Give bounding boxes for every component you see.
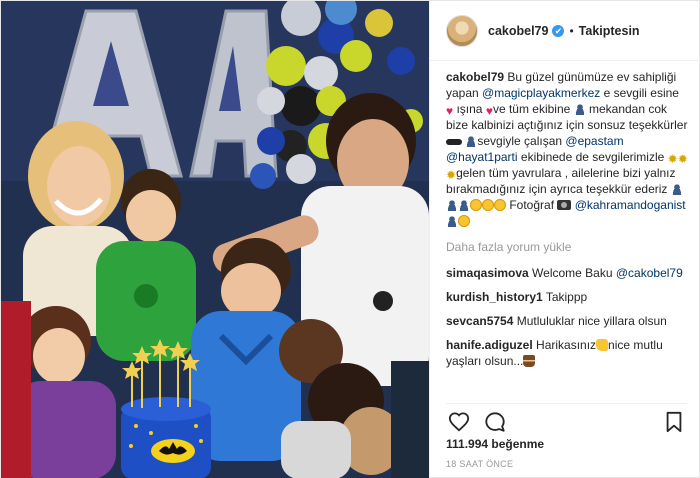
bookmark-icon[interactable] <box>661 409 687 435</box>
party-photo-illustration <box>1 1 429 478</box>
comment-username[interactable]: hanife.adiguzel <box>446 338 533 352</box>
header-username[interactable]: cakobel79 <box>488 24 548 38</box>
action-bar <box>446 403 687 432</box>
person-emoji-icon <box>670 183 683 195</box>
smile-emoji-icon <box>482 199 494 211</box>
person-emoji-icon <box>465 135 478 147</box>
post-side-panel: cakobel79 ✔ • Takiptesin cakobel79 Bu gü… <box>429 1 700 478</box>
caption-text: ışına <box>453 102 486 116</box>
mention-link[interactable]: @magicplayakmerkez <box>482 86 600 100</box>
heart-emoji-icon: ♥ <box>485 104 493 118</box>
load-more-comments-link[interactable]: Daha fazla yorum yükle <box>446 239 689 255</box>
caption-text: e sevgili esine <box>600 86 679 100</box>
sparkle-emoji-icon: ✹ <box>446 168 457 182</box>
post-caption: cakobel79 Bu güzel günümüze ev sahipliği… <box>446 69 689 229</box>
sunglasses-emoji-icon <box>446 135 462 147</box>
instagram-post: cakobel79 ✔ • Takiptesin cakobel79 Bu gü… <box>0 0 700 478</box>
thumbs-up-emoji-icon <box>596 339 609 351</box>
comment-text: Welcome Baku <box>528 266 616 280</box>
comment-item: sevcan5754 Mutluluklar nice yillara olsu… <box>446 313 689 329</box>
mention-link[interactable]: @hayat1parti <box>446 150 518 164</box>
caption-text: ve tüm ekibine <box>492 102 571 116</box>
mention-link[interactable]: @epastam <box>565 134 623 148</box>
camera-emoji-icon <box>557 200 572 210</box>
smile-emoji-icon <box>494 199 506 211</box>
comment-text: Mutluluklar nice yillara olsun <box>513 314 667 328</box>
comment-item: kurdish_history1 Takippp <box>446 289 689 305</box>
post-header: cakobel79 ✔ • Takiptesin <box>430 1 700 61</box>
comment-item: simaqasimova Welcome Baku @cakobel79 <box>446 265 689 281</box>
person-emoji-icon <box>446 199 458 211</box>
sparkle-emoji-icon: ✹ <box>667 152 678 166</box>
caption-text: sevgiyle çalışan <box>477 134 566 148</box>
avatar[interactable] <box>446 14 478 47</box>
comment-icon[interactable] <box>482 409 508 435</box>
mention-link[interactable]: @kahramandoganist <box>575 198 686 212</box>
person-emoji-icon <box>446 215 458 227</box>
caption-text: gelen tüm yavrulara , ailelerine bizi ya… <box>446 166 676 196</box>
mention-link[interactable]: @cakobel79 <box>616 266 683 280</box>
post-photo[interactable] <box>1 1 429 478</box>
sparkle-emoji-icon: ✹ <box>677 152 688 166</box>
comment-username[interactable]: kurdish_history1 <box>446 290 543 304</box>
person-emoji-icon <box>458 199 470 211</box>
person-emoji-icon <box>573 103 586 115</box>
smile-emoji-icon <box>458 215 470 227</box>
separator-dot: • <box>569 23 574 38</box>
caption-text: ekibinede de sevgilerimizle <box>517 150 668 164</box>
comment-username[interactable]: sevcan5754 <box>446 314 513 328</box>
comment-text: Takippp <box>542 290 588 304</box>
post-timestamp[interactable]: 18 SAAT ÖNCE <box>446 459 513 469</box>
comment-item: hanife.adiguzel Harikasınız nice mutlu ya… <box>446 337 689 369</box>
heart-icon[interactable] <box>446 409 472 435</box>
following-button[interactable]: Takiptesin <box>579 24 640 38</box>
comments-list[interactable]: cakobel79 Bu güzel günümüze ev sahipliği… <box>446 69 689 391</box>
comment-text: Harikasınız <box>532 338 597 352</box>
likes-count[interactable]: 111.994 beğenme <box>446 437 544 451</box>
comment-username[interactable]: simaqasimova <box>446 266 529 280</box>
cake-emoji-icon <box>523 355 536 367</box>
smile-emoji-icon <box>470 199 482 211</box>
caption-username[interactable]: cakobel79 <box>446 70 504 84</box>
caption-text: Fotoğraf <box>506 198 558 212</box>
verified-icon: ✔ <box>552 24 565 37</box>
